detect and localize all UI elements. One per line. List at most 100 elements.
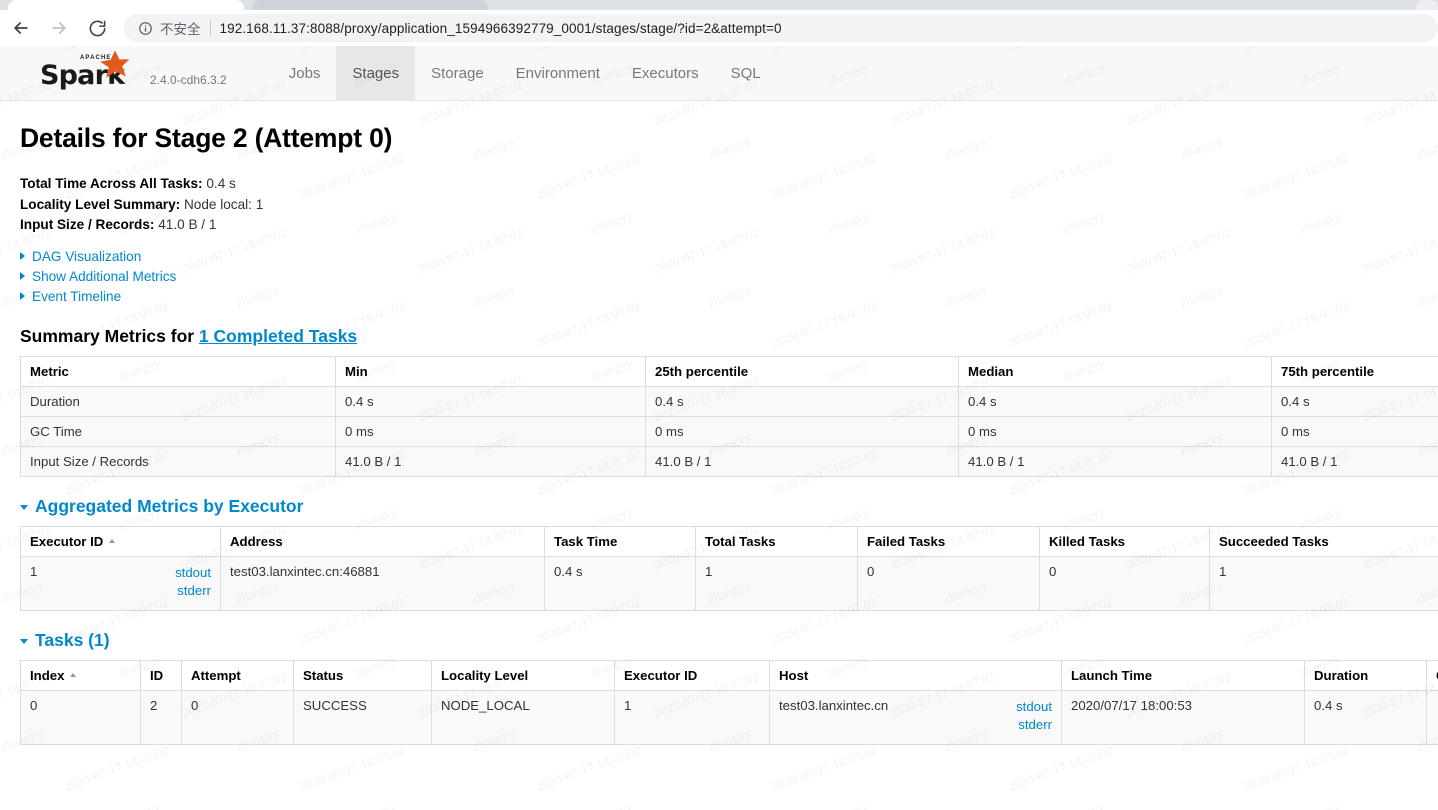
col-gc-time-truncated[interactable]: G — [1426, 659, 1438, 691]
col-25th-percentile[interactable]: 25th percentile — [645, 355, 959, 387]
col-median[interactable]: Median — [958, 355, 1272, 387]
nav-item-executors[interactable]: Executors — [616, 46, 715, 100]
spark-brand[interactable]: APACHE Spark 2.4.0-cdh6.3.2 — [0, 50, 227, 100]
forward-button[interactable] — [42, 13, 76, 43]
cell-input-size-25th: 41.0 B / 1 — [645, 445, 959, 477]
executor-stdout-link[interactable]: stdout — [175, 564, 211, 582]
page-title: Details for Stage 2 (Attempt 0) — [20, 123, 393, 153]
cell-task-executor-id: 1 — [614, 689, 770, 745]
spark-navbar: APACHE Spark 2.4.0-cdh6.3.2 Jobs Stages … — [0, 46, 1438, 101]
col-task-executor-id[interactable]: Executor ID — [614, 659, 770, 691]
watermark-timestamp: 2020-07-17 18:07:02 — [298, 742, 407, 795]
toggle-dag-visualization[interactable]: DAG Visualization — [20, 247, 1418, 267]
cell-task-id: 2 — [140, 689, 182, 745]
summary-total-time: Total Time Across All Tasks: 0.4 s — [20, 174, 1418, 195]
watermark-timestamp: 2020-07-17 18:07:02 — [1006, 742, 1115, 795]
spark-version-label: 2.4.0-cdh6.3.2 — [150, 73, 227, 87]
col-executor-id-label: Executor ID — [30, 533, 104, 549]
col-host[interactable]: Host — [769, 659, 1062, 691]
table-header-row: Executor ID Address Task Time Total Task… — [20, 525, 1438, 557]
cell-task-host: test03.lanxintec.cn stdout stderr — [769, 689, 1062, 745]
tasks-heading[interactable]: Tasks (1) — [20, 630, 1418, 651]
summary-input-size: Input Size / Records: 41.0 B / 1 — [20, 215, 1418, 236]
executor-metrics-heading[interactable]: Aggregated Metrics by Executor — [20, 496, 1418, 517]
executor-metrics-heading-link[interactable]: Aggregated Metrics by Executor — [35, 496, 303, 516]
browser-tab-inactive[interactable] — [252, 0, 488, 10]
executor-log-links: stdout stderr — [175, 564, 211, 600]
col-address[interactable]: Address — [220, 525, 545, 557]
col-launch-time[interactable]: Launch Time — [1061, 659, 1305, 691]
table-row: Duration 0.4 s 0.4 s 0.4 s 0.4 s — [20, 385, 1438, 417]
spark-logo-icon: APACHE Spark — [40, 50, 144, 91]
nav-item-sql[interactable]: SQL — [715, 46, 777, 100]
reload-button[interactable] — [80, 13, 114, 43]
col-total-tasks[interactable]: Total Tasks — [695, 525, 858, 557]
cell-task-locality-level: NODE_LOCAL — [431, 689, 615, 745]
cell-duration-median: 0.4 s — [958, 385, 1272, 417]
page-viewport: zhangyy 2020-07-17 18:07:02 zhangyy 2020-07… — [0, 46, 1438, 810]
url-text[interactable]: 192.168.11.37:8088/proxy/application_159… — [220, 21, 782, 36]
executor-metrics-table: Executor ID Address Task Time Total Task… — [20, 525, 1438, 611]
chevron-right-icon — [20, 271, 25, 280]
col-duration[interactable]: Duration — [1304, 659, 1427, 691]
nav-item-stages[interactable]: Stages — [336, 46, 416, 100]
col-task-id[interactable]: ID — [140, 659, 182, 691]
reload-icon — [88, 19, 107, 38]
col-locality-level[interactable]: Locality Level — [431, 659, 615, 691]
col-min[interactable]: Min — [335, 355, 646, 387]
summary-total-time-label: Total Time Across All Tasks: — [20, 176, 203, 191]
completed-tasks-link[interactable]: 1 Completed Tasks — [199, 326, 357, 346]
cell-task-time: 0.4 s — [544, 555, 696, 611]
task-host-value: test03.lanxintec.cn — [779, 697, 889, 713]
chevron-right-icon — [20, 291, 25, 300]
chevron-right-icon — [20, 251, 25, 260]
task-log-links: stdout stderr — [1016, 698, 1052, 734]
nav-item-storage[interactable]: Storage — [415, 46, 500, 100]
table-row: 1 stdout stderr test03.lanxintec.cn:4688… — [20, 555, 1438, 611]
task-stderr-link[interactable]: stderr — [1016, 716, 1052, 734]
col-failed-tasks[interactable]: Failed Tasks — [857, 525, 1040, 557]
tasks-heading-link[interactable]: Tasks (1) — [35, 630, 110, 650]
security-status-label: 不安全 — [160, 22, 201, 38]
main-content: Details for Stage 2 (Attempt 0) Total Ti… — [0, 101, 1438, 745]
toggle-additional-metrics[interactable]: Show Additional Metrics — [20, 267, 1418, 287]
col-index[interactable]: Index — [20, 659, 141, 691]
col-killed-tasks[interactable]: Killed Tasks — [1039, 525, 1210, 557]
cell-input-size-75th: 41.0 B / 1 — [1271, 445, 1438, 477]
task-stdout-link[interactable]: stdout — [1016, 698, 1052, 716]
watermark-name: zhangyy — [352, 799, 399, 810]
cell-input-size-min: 41.0 B / 1 — [335, 445, 646, 477]
col-succeeded-tasks[interactable]: Succeeded Tasks — [1209, 525, 1438, 557]
stage-summary-list: Total Time Across All Tasks: 0.4 s Local… — [20, 174, 1418, 236]
col-status[interactable]: Status — [293, 659, 432, 691]
table-header-row: Metric Min 25th percentile Median 75th p… — [20, 355, 1438, 387]
browser-tabstrip — [0, 0, 1438, 10]
executor-stderr-link[interactable]: stderr — [175, 582, 211, 600]
browser-tab-right[interactable] — [1416, 0, 1438, 10]
cell-executor-id: 1 stdout stderr — [20, 555, 221, 611]
nav-item-jobs[interactable]: Jobs — [273, 46, 337, 100]
back-button[interactable] — [4, 13, 38, 43]
col-metric[interactable]: Metric — [20, 355, 336, 387]
info-circle-icon[interactable] — [138, 21, 153, 36]
col-task-time[interactable]: Task Time — [544, 525, 696, 557]
col-executor-id[interactable]: Executor ID — [20, 525, 221, 557]
toggle-event-timeline[interactable]: Event Timeline — [20, 287, 1418, 307]
address-bar[interactable]: 不安全 192.168.11.37:8088/proxy/application… — [124, 14, 1438, 42]
col-attempt[interactable]: Attempt — [181, 659, 294, 691]
cell-killed-tasks: 0 — [1039, 555, 1210, 611]
cell-succeeded-tasks: 1 — [1209, 555, 1438, 611]
cell-input-size-median: 41.0 B / 1 — [958, 445, 1272, 477]
table-header-row: Index ID Attempt Status Locality Level E… — [20, 659, 1438, 691]
cell-gc-time-median: 0 ms — [958, 415, 1272, 447]
chevron-down-icon — [20, 504, 28, 510]
browser-chrome: 不安全 192.168.11.37:8088/proxy/application… — [0, 0, 1438, 46]
nav-item-environment[interactable]: Environment — [500, 46, 616, 100]
col-75th-percentile[interactable]: 75th percentile — [1271, 355, 1438, 387]
chevron-down-icon — [20, 638, 28, 644]
browser-tab-active[interactable] — [8, 0, 244, 10]
cell-task-index: 0 — [20, 689, 141, 745]
watermark-name: zhangyy — [116, 799, 163, 810]
cell-task-duration: 0.4 s — [1304, 689, 1427, 745]
table-row: GC Time 0 ms 0 ms 0 ms 0 ms — [20, 415, 1438, 447]
